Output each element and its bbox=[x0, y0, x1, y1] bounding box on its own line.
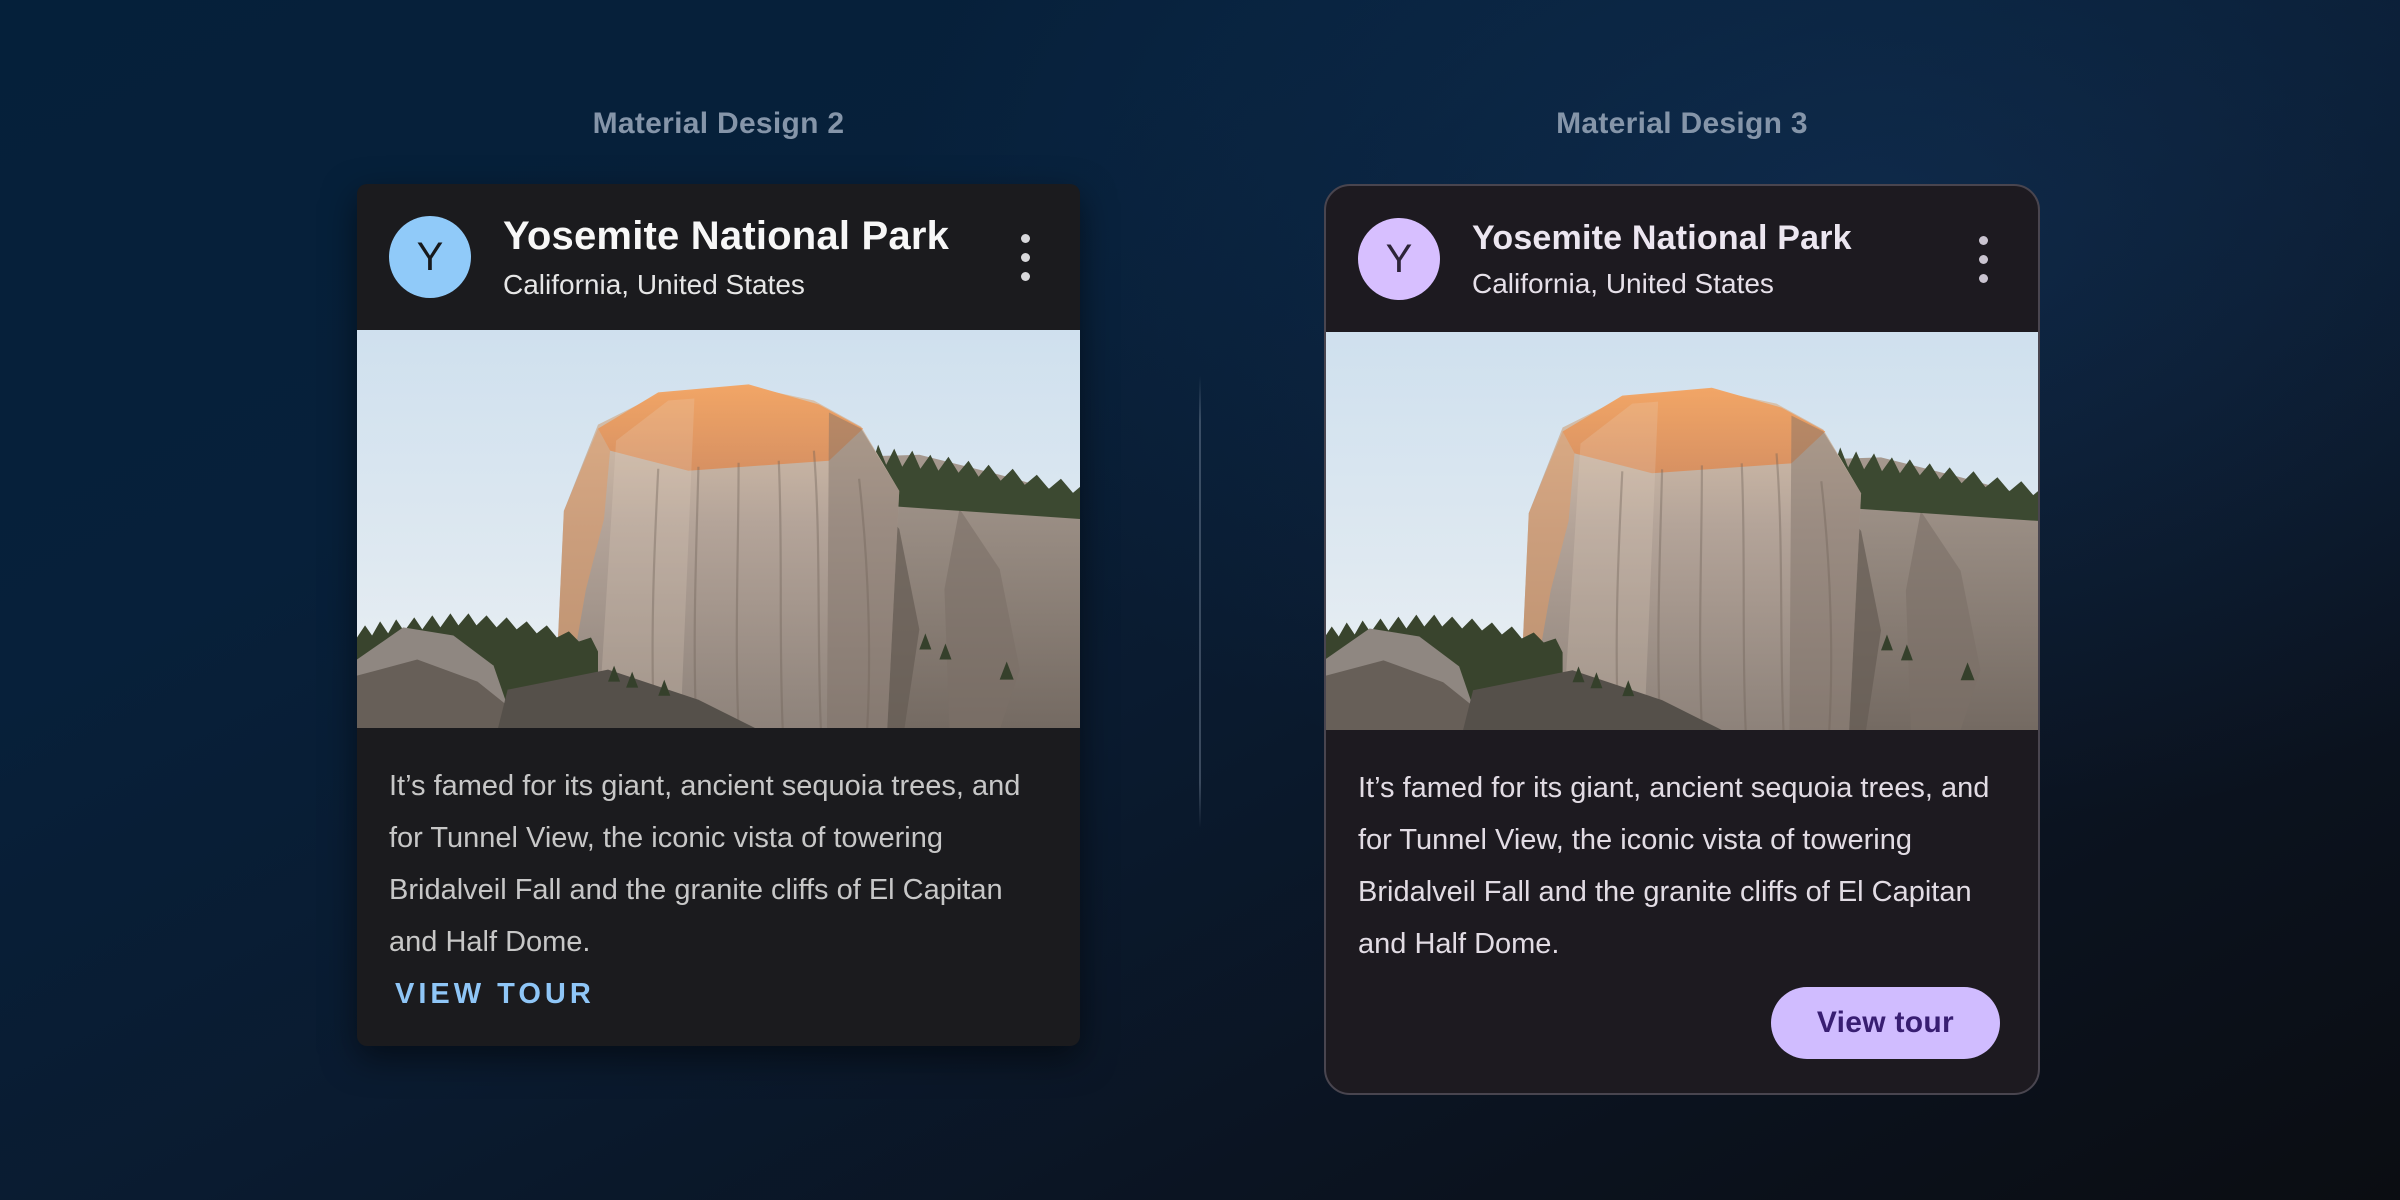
card-actions: VIEW TOUR bbox=[357, 968, 1080, 1046]
card-title: Yosemite National Park bbox=[503, 214, 949, 259]
card-header: Y Yosemite National Park California, Uni… bbox=[357, 184, 1080, 330]
canvas-background: Material Design 2 Material Design 3 Y Yo… bbox=[0, 0, 2400, 1200]
half-dome-photo bbox=[357, 330, 1080, 728]
avatar-letter: Y bbox=[417, 235, 444, 280]
card-media bbox=[1326, 332, 2038, 730]
avatar: Y bbox=[1358, 218, 1440, 300]
md2-card: Y Yosemite National Park California, Uni… bbox=[357, 184, 1080, 1046]
card-subtitle: California, United States bbox=[503, 269, 949, 301]
avatar-letter: Y bbox=[1386, 237, 1413, 282]
kebab-menu-icon bbox=[1979, 236, 1988, 283]
kebab-menu-icon bbox=[1021, 234, 1030, 281]
half-dome-photo bbox=[1326, 332, 2038, 730]
md3-card: Y Yosemite National Park California, Uni… bbox=[1324, 184, 2040, 1095]
vertical-divider bbox=[1199, 376, 1201, 828]
more-options-button[interactable] bbox=[1969, 226, 1998, 293]
card-header: Y Yosemite National Park California, Uni… bbox=[1326, 186, 2038, 332]
card-description: It’s famed for its giant, ancient sequoi… bbox=[389, 760, 1046, 968]
more-options-button[interactable] bbox=[1011, 224, 1040, 291]
header-text: Yosemite National Park California, Unite… bbox=[1472, 219, 1852, 300]
view-tour-filled-button[interactable]: View tour bbox=[1771, 987, 2000, 1059]
avatar: Y bbox=[389, 216, 471, 298]
card-title: Yosemite National Park bbox=[1472, 219, 1852, 258]
card-actions: View tour bbox=[1326, 987, 2038, 1093]
card-media bbox=[357, 330, 1080, 728]
md2-section-label: Material Design 2 bbox=[357, 104, 1080, 144]
card-description: It’s famed for its giant, ancient sequoi… bbox=[1358, 762, 2004, 970]
card-subtitle: California, United States bbox=[1472, 268, 1852, 300]
view-tour-text-button[interactable]: VIEW TOUR bbox=[389, 968, 601, 1021]
md3-section-label: Material Design 3 bbox=[1324, 104, 2040, 144]
header-text: Yosemite National Park California, Unite… bbox=[503, 214, 949, 301]
